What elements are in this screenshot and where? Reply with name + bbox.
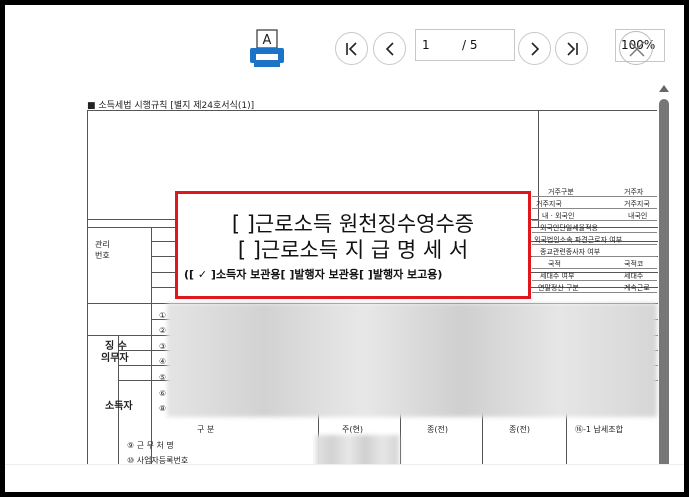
bottom-bar [5,464,684,492]
field-6: ⑥ [159,389,167,398]
redacted-info [167,303,657,417]
field-4: ④ [159,357,167,366]
label-manage: 관리 [95,240,110,249]
label-withholder-2: 의무자 [101,353,129,364]
scroll-thumb[interactable] [659,99,669,469]
table-header-prev-1: 종(전) [427,425,448,434]
table-header-union: ⑯-1 납세조합 [575,425,623,434]
close-icon[interactable] [619,31,653,65]
toolbar: A 1 / 5 100% [5,5,684,77]
table-header-section: 구 분 [197,425,215,434]
form-title-line-2: [ ]근로소득 지 급 명 세 서 [237,238,469,262]
svg-text:A: A [263,33,272,48]
page-total: / 5 [462,38,478,52]
field-2: ② [159,326,167,335]
table-header-prev-2: 종(전) [509,425,530,434]
form-copy-type: ([ ✓ ]소득자 보관용[ ]발행자 보관용[ ]발행자 보고용) [184,268,443,281]
last-page-icon [566,41,578,56]
print-icon[interactable]: A [248,29,286,69]
field-5: ⑤ [159,373,167,382]
chevron-right-icon [530,41,539,56]
row-workplace: ⑨ 근 무 처 명 [127,441,174,450]
first-page-button[interactable] [335,32,368,65]
table-header-current: 주(현) [342,425,363,434]
page-current: 1 [422,38,430,52]
last-page-button[interactable] [555,32,588,65]
label-number: 번호 [95,251,110,260]
label-earner: 소득자 [105,401,133,412]
page-number-input[interactable]: 1 / 5 [415,29,515,61]
prev-page-button[interactable] [373,32,406,65]
residency-table: 거주구분 거주자 거주지국 거주지국 내 · 외국인 내국인 외국인단일세율적용 외국… [532,186,657,306]
next-page-button[interactable] [518,32,551,65]
field-3: ③ [159,342,167,351]
field-8: ⑧ [159,404,167,413]
first-page-icon [345,41,357,56]
form-title-box: [ ]근로소득 원천징수영수증 [ ]근로소득 지 급 명 세 서 ([ ✓ ]… [175,191,531,299]
vertical-scrollbar[interactable] [657,85,671,473]
field-1: ① [159,311,167,320]
scroll-up-icon[interactable] [659,85,669,92]
viewer-window: A 1 / 5 100% ■ 소득세법 시행규칙 [별지 제24호서식(1)] … [5,5,684,492]
chevron-left-icon [385,41,394,56]
